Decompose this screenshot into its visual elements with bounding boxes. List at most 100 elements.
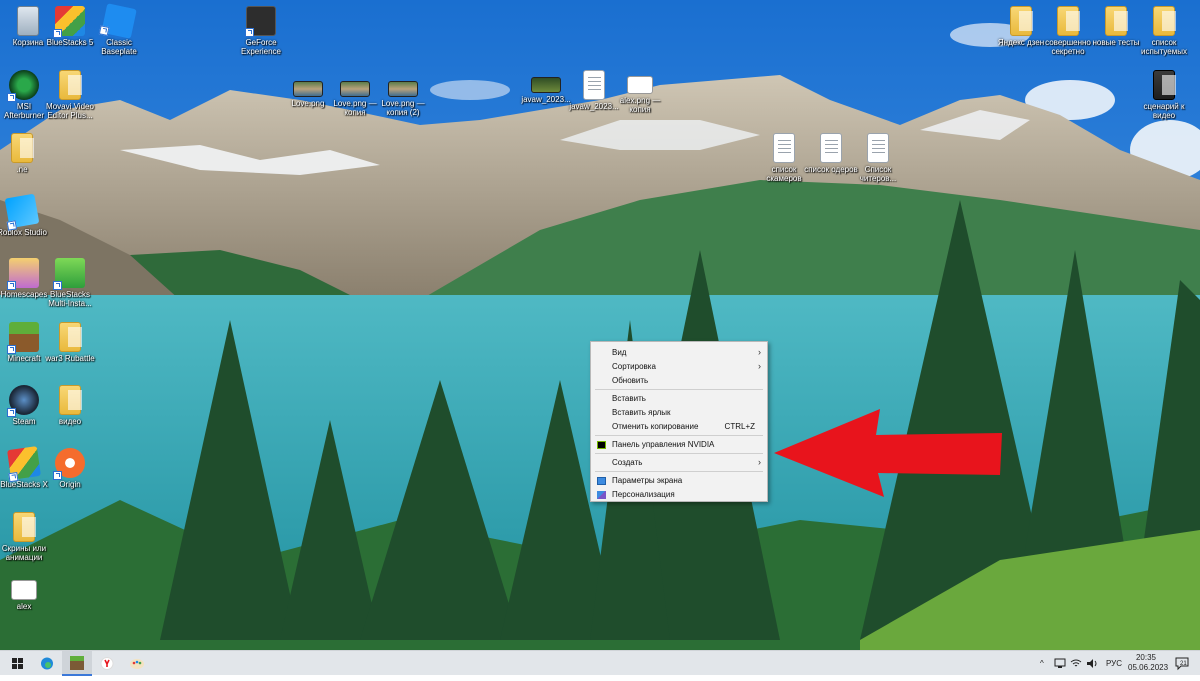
geforce-experience-shortcut[interactable]: GeForce Experience (233, 6, 289, 56)
taskbar-minecraft-button[interactable] (62, 651, 92, 676)
recycle-bin-icon (17, 6, 39, 36)
video-thumbnail-icon (531, 77, 561, 93)
icon-label: BlueStacks Multi-Insta... (48, 290, 92, 308)
menu-item-label: Создать (612, 458, 643, 467)
taskbar: ^ РУС 20:35 05.06.2023 21 (0, 650, 1200, 678)
alex-png-copy-file[interactable]: alex.png — копия (612, 68, 668, 114)
roblox-studio-shortcut[interactable]: Roblox Studio (0, 193, 50, 237)
shortcut-arrow-icon (7, 281, 16, 290)
shortcut-arrow-icon (98, 25, 110, 36)
menu-item-label: Персонализация (612, 490, 675, 499)
menu-item-sort[interactable]: Сортировка › (591, 360, 767, 373)
folder-icon (1105, 6, 1128, 36)
cheaters-list-file[interactable]: Список читеров... (850, 133, 906, 183)
menu-item-paste-shortcut[interactable]: Вставить ярлык (591, 406, 767, 419)
war3-rubattle-folder[interactable]: war3 Rubattle (42, 322, 98, 363)
folder-icon (59, 70, 82, 100)
origin-icon (53, 448, 85, 480)
menu-item-label: Обновить (612, 376, 649, 385)
menu-item-paste[interactable]: Вставить (591, 392, 767, 405)
roblox-studio-icon (4, 193, 40, 231)
show-hidden-icons-button[interactable]: ^ (1040, 651, 1044, 676)
classic-baseplate-shortcut[interactable]: Classic Baseplate (91, 3, 147, 56)
document-icon (867, 133, 889, 163)
document-icon (773, 133, 795, 163)
origin-shortcut[interactable]: Origin (42, 448, 98, 489)
shortcut-arrow-icon (53, 471, 62, 480)
icon-label: alex (16, 602, 32, 611)
network-icon[interactable] (1054, 658, 1066, 669)
document-icon (583, 70, 605, 100)
submenu-arrow-icon: › (758, 457, 761, 467)
folder-icon (1153, 6, 1176, 36)
bluestacks-multi-icon (53, 258, 85, 290)
bluestacks-x-icon (7, 446, 41, 483)
ne-folder[interactable]: .ne (0, 133, 50, 174)
homescapes-icon (7, 258, 39, 290)
shortcut-arrow-icon (6, 220, 18, 231)
clock[interactable]: 20:35 05.06.2023 (1128, 653, 1169, 678)
wifi-icon[interactable] (1070, 658, 1082, 669)
menu-item-label: Вид (612, 348, 627, 357)
menu-separator (595, 435, 763, 436)
windows-logo-icon (12, 658, 23, 669)
submenu-arrow-icon: › (758, 361, 761, 371)
image-thumbnail-icon (340, 81, 370, 97)
love-png-copy2-file[interactable]: Love.png — копия (2) (375, 74, 431, 117)
video-folder[interactable]: видео (42, 385, 98, 426)
menu-separator (595, 389, 763, 390)
roblox-icon (98, 3, 137, 39)
menu-item-refresh[interactable]: Обновить (591, 374, 767, 387)
minecraft-icon (7, 322, 39, 354)
video-script-folder[interactable]: сценарий к видео (1136, 70, 1192, 120)
start-button[interactable] (2, 651, 32, 676)
bluestacks-icon (53, 6, 85, 38)
icon-label: Скрины или анимации (1, 544, 47, 562)
edge-icon (41, 657, 53, 670)
menu-item-label: Сортировка (612, 362, 656, 371)
folder-icon (1057, 6, 1080, 36)
icon-label: Origin (59, 480, 81, 489)
folder-icon (1153, 70, 1176, 100)
menu-item-personalize[interactable]: Персонализация (591, 488, 767, 501)
icon-label: BlueStacks 5 (46, 38, 94, 47)
menu-item-label: Параметры экрана (612, 476, 683, 485)
msi-afterburner-icon (7, 70, 39, 102)
clock-date: 05.06.2023 (1128, 663, 1169, 672)
menu-item-display-settings[interactable]: Параметры экрана (591, 474, 767, 487)
taskbar-paint-button[interactable] (122, 651, 152, 676)
steam-icon (7, 385, 39, 417)
taskbar-yandex-button[interactable] (92, 651, 122, 676)
image-thumbnail-icon (388, 81, 418, 97)
menu-item-create[interactable]: Создать › (591, 456, 767, 469)
minecraft-icon (70, 656, 84, 670)
volume-icon[interactable] (1086, 658, 1098, 669)
bluestacks-multi-instance-shortcut[interactable]: BlueStacks Multi-Insta... (42, 258, 98, 308)
test-subjects-folder[interactable]: список испытуемых (1136, 6, 1192, 56)
shortcut-arrow-icon (8, 472, 19, 483)
screenshots-folder[interactable]: Скрины или анимации (0, 512, 52, 562)
movavi-folder[interactable]: Movavi Video Editor Plus... (42, 70, 98, 120)
menu-item-view[interactable]: Вид › (591, 346, 767, 359)
notification-count-badge: 21 (1180, 661, 1187, 667)
icon-label: .ne (16, 165, 28, 174)
menu-item-nvidia-control-panel[interactable]: Панель управления NVIDIA (591, 438, 767, 451)
icon-label: Список читеров... (859, 165, 897, 183)
shortcut-arrow-icon (245, 28, 254, 37)
language-indicator[interactable]: РУС (1106, 651, 1122, 676)
folder-icon (59, 322, 82, 352)
notification-center-button[interactable]: 21 (1174, 656, 1190, 671)
icon-label: GeForce Experience (240, 38, 282, 56)
taskbar-edge-button[interactable] (32, 651, 62, 676)
menu-separator (595, 453, 763, 454)
folder-icon (1010, 6, 1033, 36)
icon-label: список испытуемых (1141, 38, 1187, 56)
clock-time: 20:35 (1135, 653, 1157, 662)
paint-icon (130, 659, 144, 669)
bluestacks5-shortcut[interactable]: BlueStacks 5 (42, 6, 98, 47)
alex-file[interactable]: alex (0, 574, 52, 611)
icon-label: alex.png — копия (619, 96, 661, 114)
red-arrow-annotation (774, 409, 1002, 497)
folder-icon (13, 512, 36, 542)
menu-item-undo-copy[interactable]: Отменить копирование CTRL+Z (591, 420, 767, 433)
